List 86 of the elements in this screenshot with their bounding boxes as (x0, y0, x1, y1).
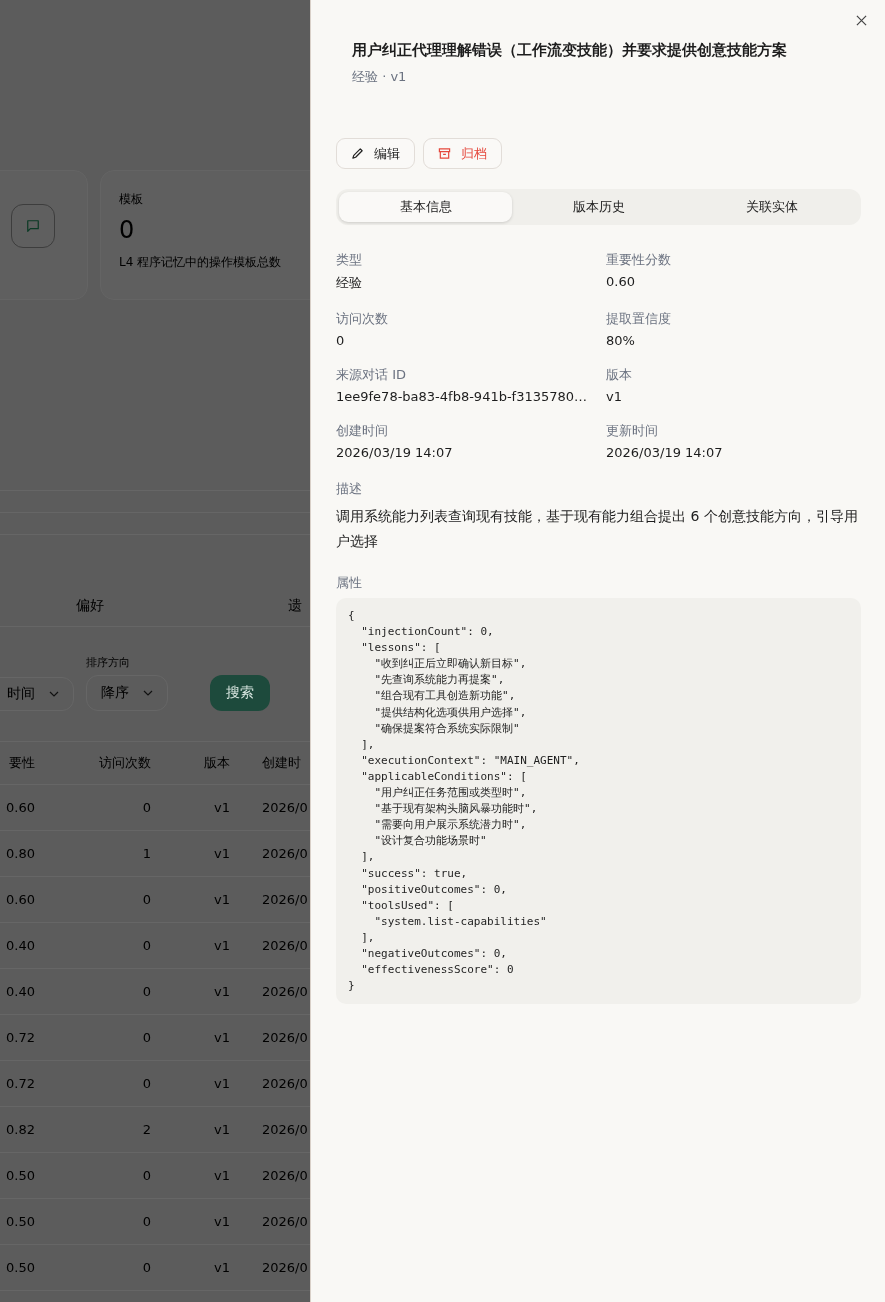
table-cell-text: 0.72 (5, 1030, 35, 1045)
table-cell-text: 0 (141, 800, 151, 815)
search-button[interactable]: 搜索 (210, 675, 270, 711)
table-cell-text: 0 (141, 1168, 151, 1183)
tab[interactable]: 版本历史 (512, 192, 685, 222)
table-cell-text: v1 (213, 1168, 230, 1183)
field-label: 提取置信度 (606, 310, 672, 328)
field-label: 重要性分数 (606, 251, 672, 269)
table-cell-text: 0 (141, 892, 151, 907)
field-value: v1 (606, 389, 623, 404)
table-cell-text: 2026/0 (261, 1214, 309, 1229)
field-label: 访问次数 (336, 310, 389, 328)
table-cell-text: 0 (141, 1260, 151, 1275)
description-label: 描述 (336, 480, 363, 498)
table-cell-text: 0.60 (5, 800, 35, 815)
field-label: 更新时间 (606, 422, 659, 440)
column-header: 访问次数 (98, 754, 151, 772)
table-cell-text: 0 (141, 1030, 151, 1045)
field-label: 版本 (606, 366, 633, 384)
filter-label: 排序方向 (86, 655, 131, 669)
table-cell-text: 0 (141, 1214, 151, 1229)
table-cell-text: 2026/0 (261, 846, 309, 861)
table-cell-text: 2026/0 (261, 1122, 309, 1137)
table-cell-text: 0.80 (5, 846, 35, 861)
field-value: 经验 (336, 274, 363, 292)
table-cell-text: 2026/0 (261, 1168, 309, 1183)
field-value: 0.60 (606, 274, 636, 289)
field-value: 2026/03/19 14:07 (606, 445, 724, 460)
tab[interactable]: 基本信息 (339, 192, 512, 222)
archive-icon (438, 147, 451, 160)
table-cell-text: v1 (213, 892, 230, 907)
table-cell-text: 2026/0 (261, 984, 309, 999)
table-cell-text: 0.50 (5, 1214, 35, 1229)
field-label: 类型 (336, 251, 363, 269)
column-header: 版本 (203, 754, 230, 772)
close-icon[interactable] (856, 15, 867, 26)
table-cell-text: v1 (213, 1122, 230, 1137)
card-label: 模板 (119, 191, 144, 208)
field-label: 来源对话 ID (336, 366, 407, 384)
table-cell-text: 2 (141, 1122, 151, 1137)
pencil-icon (351, 147, 364, 160)
column-header: 创建时 (261, 754, 302, 772)
field-value: 80% (606, 333, 636, 348)
attributes-label: 属性 (336, 574, 363, 592)
table-cell-text: 0.40 (5, 984, 35, 999)
tab[interactable]: 关联实体 (685, 192, 858, 222)
table-cell-text: 2026/0 (261, 1030, 309, 1045)
json-code-block: { "injectionCount": 0, "lessons": [ "收到纠正后立即确认新目标", "先查询系统能力再提案", "组合现有工具创造新功能", "提供结构化选项供用户选择", "确保提案符合系统实际限制" ], "executionContext": "MAIN_AGENT", "applicableConditions": [ "用户纠正任务范围或类型时", "基于现有架构头脑风暴功能时", "需要向用户展示系统潜力时", "设计复合功能场景时" ], "success": true, "positiveOutcomes": 0, "toolsUsed": [ "system.list-capabilities" ], "negativeOutcomes": 0, "effectivenessScore": 0 } (336, 598, 861, 1005)
field-value: 2026/03/19 14:07 (336, 445, 454, 460)
table-cell-text: 0 (141, 1076, 151, 1091)
table-cell-text: 2026/0 (261, 800, 309, 815)
table-cell-text: v1 (213, 1260, 230, 1275)
table-cell-text: 2026/0 (261, 938, 309, 953)
table-cell-text: 0 (141, 984, 151, 999)
table-cell-text: v1 (213, 1214, 230, 1229)
field-label: 创建时间 (336, 422, 389, 440)
table-cell-text: 0.82 (5, 1122, 35, 1137)
field-value: 1ee9fe78-ba83-4fb8-941b-f3135780… (336, 389, 589, 404)
table-cell-text: 2026/0 (261, 1076, 309, 1091)
card-value: 0 (119, 216, 136, 244)
table-cell-text: 0.50 (5, 1168, 35, 1183)
table-cell-text: 0 (141, 938, 151, 953)
caret-icon (49, 691, 59, 697)
table-cell-text: 2026/0 (261, 1260, 309, 1275)
archive-button[interactable]: 归档 (423, 138, 502, 169)
table-cell-text: v1 (213, 1076, 230, 1091)
table-cell-text: 0.50 (5, 1260, 35, 1275)
table-cell-text: v1 (213, 1030, 230, 1045)
table-cell-text: 0.72 (5, 1076, 35, 1091)
field-value: 0 (336, 333, 346, 348)
table-cell-text: v1 (213, 984, 230, 999)
drawer-title: 用户纠正代理理解错误（工作流变技能）并要求提供创意技能方案 (352, 41, 788, 60)
table-cell-text: 0.60 (5, 892, 35, 907)
table-cell-text: 0.40 (5, 938, 35, 953)
caret-icon (143, 690, 153, 696)
table-cell-text: v1 (213, 938, 230, 953)
chat-bubble-icon (11, 204, 55, 248)
table-cell-text: 1 (141, 846, 151, 861)
drawer-subtitle: 经验 · v1 (352, 68, 408, 86)
description-text: 调用系统能力列表查询现有技能，基于现有能力组合提出 6 个创意技能方向，引导用户选择 (336, 507, 859, 551)
edit-button[interactable]: 编辑 (336, 138, 415, 169)
column-header: 要性 (8, 754, 35, 772)
table-cell-text: v1 (213, 800, 230, 815)
table-cell-text: 2026/0 (261, 892, 309, 907)
card-description: L4 程序记忆中的操作模板总数 (119, 254, 283, 271)
table-cell-text: v1 (213, 846, 230, 861)
